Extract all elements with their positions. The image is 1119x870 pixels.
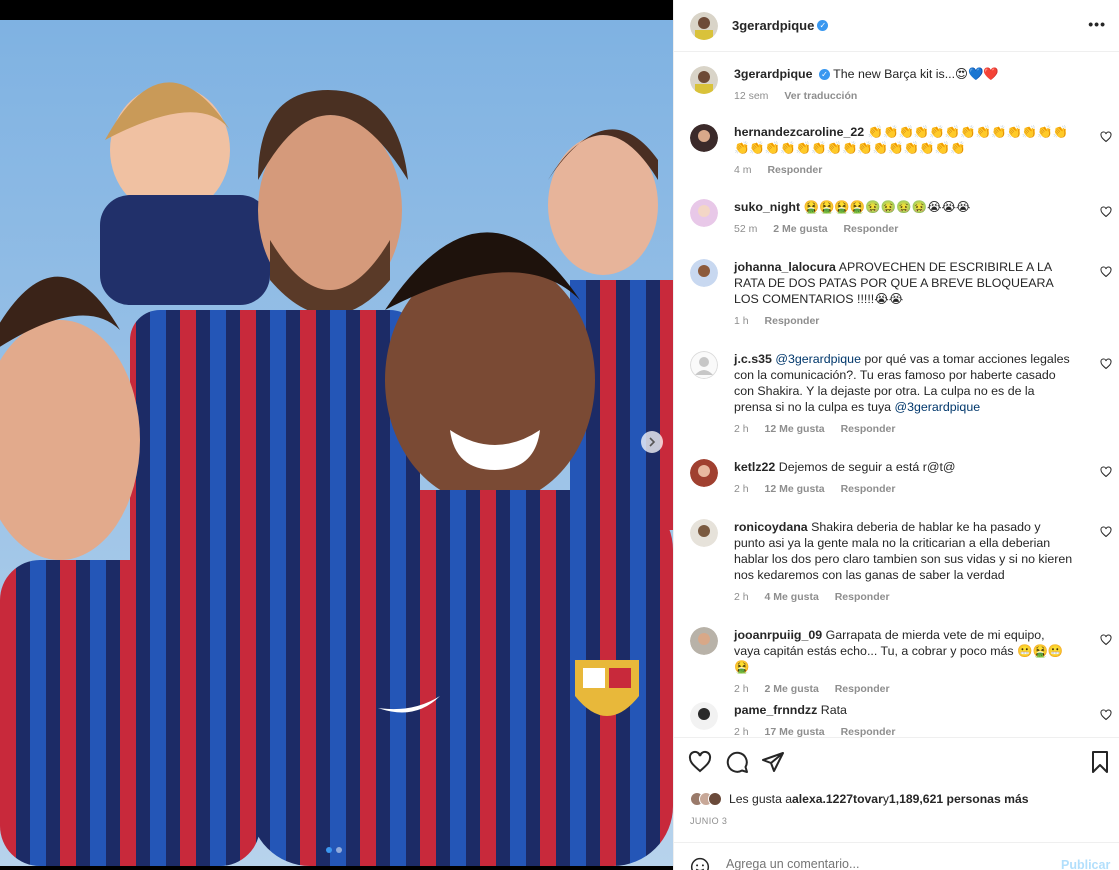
comment-username[interactable]: suko_night bbox=[734, 200, 800, 214]
heart-icon[interactable] bbox=[1100, 266, 1112, 278]
carousel-dot-active bbox=[326, 847, 332, 853]
comment-text: 🤮🤮🤮🤮🤢🤢🤢🤢😭😭😭 bbox=[803, 200, 971, 214]
emoji-icon[interactable] bbox=[690, 857, 710, 870]
reply-button[interactable]: Responder bbox=[835, 591, 890, 603]
media-top-bar bbox=[0, 0, 673, 20]
share-icon[interactable] bbox=[761, 750, 785, 774]
comments-list: 3gerardpique ✓ The new Barça kit is...😍💙… bbox=[674, 53, 1119, 737]
avatar[interactable] bbox=[690, 627, 718, 655]
comment-input[interactable] bbox=[726, 857, 1026, 870]
comment-time: 2 h bbox=[734, 683, 749, 695]
comment-time: 52 m bbox=[734, 223, 758, 235]
verified-icon: ✓ bbox=[817, 20, 829, 31]
post-date: JUNIO 3 bbox=[690, 816, 728, 826]
mention-link[interactable]: @3gerardpique bbox=[775, 352, 861, 366]
carousel-dot bbox=[336, 847, 342, 853]
likes-count[interactable]: 1,189,621 personas más bbox=[889, 792, 1029, 806]
comment-likes[interactable]: 2 Me gusta bbox=[765, 683, 819, 695]
like-heart-icon[interactable] bbox=[688, 750, 712, 774]
comment-username[interactable]: ketlz22 bbox=[734, 460, 775, 474]
post-media bbox=[0, 0, 673, 870]
comment-time: 2 h bbox=[734, 591, 749, 603]
heart-icon[interactable] bbox=[1100, 709, 1112, 721]
heart-icon[interactable] bbox=[1100, 358, 1112, 370]
post-modal: 3gerardpique ✓ ••• 3gerardpique ✓ The ne… bbox=[0, 0, 1119, 870]
heart-icon[interactable] bbox=[1100, 634, 1112, 646]
comment-likes[interactable]: 4 Me gusta bbox=[765, 591, 819, 603]
comment-username[interactable]: j.c.s35 bbox=[734, 352, 772, 366]
verified-icon: ✓ bbox=[818, 69, 830, 81]
publish-button[interactable]: Publicar bbox=[1061, 858, 1110, 870]
post-actions bbox=[674, 737, 1119, 785]
comment-time: 2 h bbox=[734, 726, 749, 737]
carousel-dots bbox=[326, 847, 342, 853]
comment-likes[interactable]: 12 Me gusta bbox=[765, 483, 825, 495]
comment-likes[interactable]: 17 Me gusta bbox=[765, 726, 825, 737]
comment-likes[interactable]: 12 Me gusta bbox=[765, 423, 825, 435]
likes-summary: Les gusta a alexa.1227tovar y 1,189,621 … bbox=[690, 790, 1110, 808]
reply-button[interactable]: Responder bbox=[765, 315, 820, 327]
reply-button[interactable]: Responder bbox=[841, 423, 896, 435]
comment-likes[interactable]: 2 Me gusta bbox=[773, 223, 827, 235]
heart-icon[interactable] bbox=[1100, 526, 1112, 538]
comment-time: 2 h bbox=[734, 423, 749, 435]
comment-time: 1 h bbox=[734, 315, 749, 327]
likes-prefix: Les gusta a bbox=[729, 792, 793, 806]
reply-button[interactable]: Responder bbox=[843, 223, 898, 235]
avatar[interactable] bbox=[690, 702, 718, 730]
caption-username[interactable]: 3gerardpique bbox=[734, 67, 813, 81]
comment-time: 2 h bbox=[734, 483, 749, 495]
heart-icon[interactable] bbox=[1100, 206, 1112, 218]
comment-username[interactable]: johanna_lalocura bbox=[734, 260, 836, 274]
add-comment-bar: Publicar bbox=[674, 842, 1119, 870]
reply-button[interactable]: Responder bbox=[767, 164, 822, 176]
chevron-right-icon bbox=[649, 437, 656, 447]
avatar[interactable] bbox=[690, 259, 718, 287]
comment-username[interactable]: jooanrpuiig_09 bbox=[734, 628, 822, 642]
team-kit-photo bbox=[0, 20, 673, 866]
avatar[interactable] bbox=[690, 351, 718, 379]
reply-button[interactable]: Responder bbox=[841, 483, 896, 495]
avatar[interactable] bbox=[690, 459, 718, 487]
next-image-button[interactable] bbox=[641, 431, 663, 453]
heart-icon[interactable] bbox=[1100, 466, 1112, 478]
reply-button[interactable]: Responder bbox=[841, 726, 896, 737]
liker-username[interactable]: alexa.1227tovar bbox=[792, 792, 883, 806]
avatar[interactable] bbox=[690, 124, 718, 152]
post-panel: 3gerardpique ✓ ••• 3gerardpique ✓ The ne… bbox=[673, 0, 1119, 870]
reply-button[interactable]: Responder bbox=[835, 683, 890, 695]
post-header: 3gerardpique ✓ ••• bbox=[674, 0, 1119, 52]
avatar[interactable] bbox=[690, 199, 718, 227]
comment-username[interactable]: pame_frnndzz bbox=[734, 703, 817, 717]
see-translation-button[interactable]: Ver traducción bbox=[784, 90, 857, 102]
avatar[interactable] bbox=[690, 66, 718, 94]
post-photo bbox=[0, 20, 673, 866]
comment-username[interactable]: hernandezcaroline_22 bbox=[734, 125, 864, 139]
mention-link[interactable]: @3gerardpique bbox=[895, 400, 981, 414]
comment-text: Rata bbox=[820, 703, 847, 717]
comment-text: Dejemos de seguir a está r@t@ bbox=[778, 460, 956, 474]
caption-text: The new Barça kit is...😍💙❤️ bbox=[833, 67, 999, 81]
post-username[interactable]: 3gerardpique bbox=[732, 18, 814, 33]
caption-time: 12 sem bbox=[734, 90, 769, 102]
comment-username[interactable]: ronicoydana bbox=[734, 520, 808, 534]
liker-avatar bbox=[708, 792, 722, 806]
avatar[interactable] bbox=[690, 11, 718, 40]
heart-icon[interactable] bbox=[1100, 131, 1112, 143]
avatar[interactable] bbox=[690, 519, 718, 547]
comment-icon[interactable] bbox=[725, 750, 749, 774]
bookmark-icon[interactable] bbox=[1088, 750, 1112, 774]
comment-time: 4 m bbox=[734, 164, 752, 176]
more-horizontal-icon[interactable]: ••• bbox=[1088, 16, 1106, 32]
